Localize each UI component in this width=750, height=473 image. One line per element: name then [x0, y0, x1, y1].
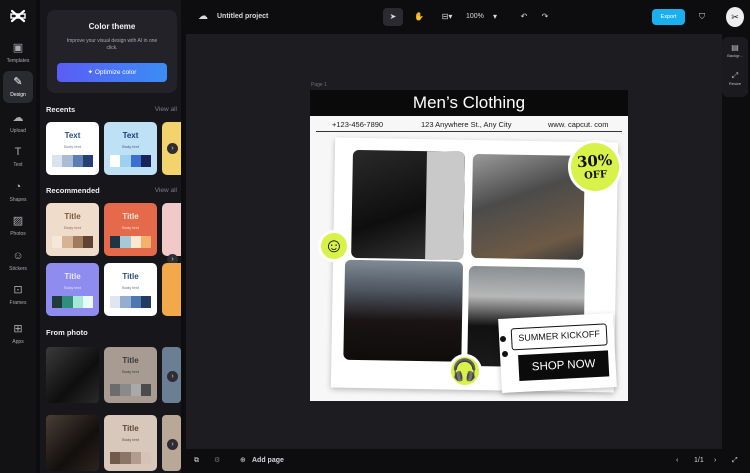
settings-icon[interactable]: ⚙: [214, 455, 220, 467]
divider-line: [316, 131, 622, 132]
prev-page-icon[interactable]: ‹: [676, 455, 678, 467]
color-theme-description: Improve your visual design with AI in on…: [66, 38, 158, 51]
right-tool-panel: ▤ Backgr... ⤢ Resize: [722, 37, 748, 97]
sparkle-icon: ✦: [87, 69, 95, 76]
from-photo-next-arrow-icon[interactable]: ›: [167, 371, 178, 382]
color-swatches: [52, 155, 93, 167]
recents-view-all-link[interactable]: View all: [155, 106, 177, 113]
recent-theme-card-2[interactable]: Text Body text: [104, 122, 157, 175]
rail-item-stickers[interactable]: ☺ Stickers: [0, 245, 36, 277]
color-swatches: [110, 236, 151, 248]
rail-item-shapes[interactable]: ◔ Shapes: [0, 176, 36, 208]
templates-icon: ▣: [12, 42, 24, 54]
layout-menu-icon[interactable]: ⊟▾: [436, 8, 458, 26]
add-page-icon[interactable]: ⊕: [240, 455, 246, 467]
color-theme-card: Color theme Improve your visual design w…: [47, 10, 177, 93]
optimize-color-button[interactable]: ✦ Optimize color: [57, 63, 167, 82]
design-icon: ✎: [13, 76, 23, 88]
apps-icon: ⊞: [13, 323, 23, 335]
page-label: Page 1: [311, 82, 327, 88]
headphones-sticker-icon[interactable]: 🎧: [448, 354, 482, 388]
next-page-icon[interactable]: ›: [714, 455, 716, 467]
recents-title: Recents: [46, 105, 76, 114]
color-swatches: [52, 236, 93, 248]
photos-icon: ▨: [12, 215, 24, 227]
page-counter: 1/1: [694, 457, 704, 464]
background-tool[interactable]: ▤ Backgr...: [722, 43, 748, 59]
recommended-view-all-link[interactable]: View all: [155, 187, 177, 194]
color-swatches: [52, 296, 93, 308]
project-title[interactable]: Untitled project: [217, 9, 268, 25]
promo-card[interactable]: SUMMER KICKOFF SHOP NOW: [498, 313, 617, 393]
page-header-title[interactable]: Men’s Clothing: [310, 90, 628, 116]
design-panel: Color theme Improve your visual design w…: [40, 0, 181, 473]
left-rail: ▣ Templates ✎ Design ☁ Upload T Text ◔ S…: [0, 0, 36, 473]
photo-man-dark-sweater[interactable]: [343, 259, 464, 362]
photo-man-black-shirt[interactable]: [351, 149, 465, 260]
from-photo-source-image-1[interactable]: [46, 347, 99, 403]
zoom-chevron-down-icon[interactable]: ▾: [489, 8, 501, 26]
recommended-title: Recommended: [46, 186, 100, 195]
color-swatches: [110, 155, 151, 167]
bottom-bar: ⧉ ⚙ ⊕ Add page ‹ 1/1 › ⤢: [186, 449, 750, 473]
from-photo-theme-card-1[interactable]: Title Body text: [104, 347, 157, 403]
recommended-theme-card-partial-1[interactable]: [162, 203, 181, 256]
export-button[interactable]: Export: [652, 9, 685, 25]
redo-icon[interactable]: ↷: [538, 8, 552, 26]
cloud-icon[interactable]: ☁: [198, 9, 208, 25]
rail-item-apps[interactable]: ⊞ Apps: [0, 318, 36, 350]
text-icon: T: [14, 146, 22, 158]
shop-now-label[interactable]: SHOP NOW: [518, 350, 610, 382]
rail-item-frames[interactable]: ⊡ Frames: [0, 279, 36, 311]
rail-item-templates[interactable]: ▣ Templates: [0, 37, 36, 69]
recent-theme-card-1[interactable]: Text Body text: [46, 122, 99, 175]
rail-item-text[interactable]: T Text: [0, 141, 36, 173]
zoom-level[interactable]: 100%: [466, 9, 484, 25]
rail-item-design[interactable]: ✎ Design: [3, 71, 33, 103]
top-bar: ☁ Untitled project ➤ ✋ ⊟▾ 100% ▾ ↶ ↷ Exp…: [186, 0, 750, 34]
phone-text[interactable]: +123-456-7890: [332, 118, 383, 132]
recommended-theme-card-1[interactable]: Title Body text: [46, 203, 99, 256]
design-page[interactable]: Men’s Clothing +123-456-7890 123 Anywher…: [310, 90, 628, 401]
recommended-theme-card-partial-2[interactable]: [162, 263, 181, 316]
upload-icon: ☁: [12, 112, 24, 124]
rail-item-photos[interactable]: ▨ Photos: [0, 210, 36, 242]
stickers-icon: ☺: [12, 250, 24, 262]
address-text[interactable]: 123 Anywhere St., Any City: [421, 118, 511, 132]
color-swatches: [110, 296, 151, 308]
undo-icon[interactable]: ↶: [517, 8, 531, 26]
from-photo-title: From photo: [46, 328, 88, 337]
capcut-logo-icon[interactable]: [9, 8, 27, 26]
from-photo-theme-card-2[interactable]: Title Body text: [104, 415, 157, 471]
pages-icon[interactable]: ⧉: [194, 455, 199, 467]
resize-icon: ⤢: [731, 71, 739, 80]
bullet-dot: [502, 351, 508, 357]
fullscreen-icon[interactable]: ⤢: [732, 455, 738, 467]
add-page-button[interactable]: Add page: [252, 455, 284, 467]
shield-icon[interactable]: ⛉: [694, 8, 710, 26]
recents-next-arrow-icon[interactable]: ›: [167, 143, 178, 154]
hand-tool-icon[interactable]: ✋: [410, 8, 428, 26]
color-theme-title: Color theme: [88, 22, 136, 31]
frames-icon: ⊡: [13, 284, 23, 296]
background-icon: ▤: [731, 43, 739, 52]
recommended-theme-card-3[interactable]: Title Body text: [46, 263, 99, 316]
resize-tool[interactable]: ⤢ Resize: [722, 71, 748, 87]
color-swatches: [110, 452, 151, 464]
recommended-theme-card-2[interactable]: Title Body text: [104, 203, 157, 256]
recommended-theme-card-4[interactable]: Title Body text: [104, 263, 157, 316]
select-tool-icon[interactable]: ➤: [383, 8, 403, 26]
from-photo-next-arrow-icon-2[interactable]: ›: [167, 439, 178, 450]
from-photo-source-image-2[interactable]: [46, 415, 99, 471]
color-swatches: [110, 384, 151, 396]
rail-item-upload[interactable]: ☁ Upload: [0, 107, 36, 139]
shapes-icon: ◔: [14, 181, 22, 193]
website-text[interactable]: www. capcut. com: [548, 118, 608, 132]
smiley-sticker-icon[interactable]: ☺: [318, 230, 350, 262]
avatar[interactable]: ✂: [726, 7, 744, 27]
bullet-dot: [500, 336, 506, 342]
summer-kickoff-label[interactable]: SUMMER KICKOFF: [510, 323, 608, 351]
